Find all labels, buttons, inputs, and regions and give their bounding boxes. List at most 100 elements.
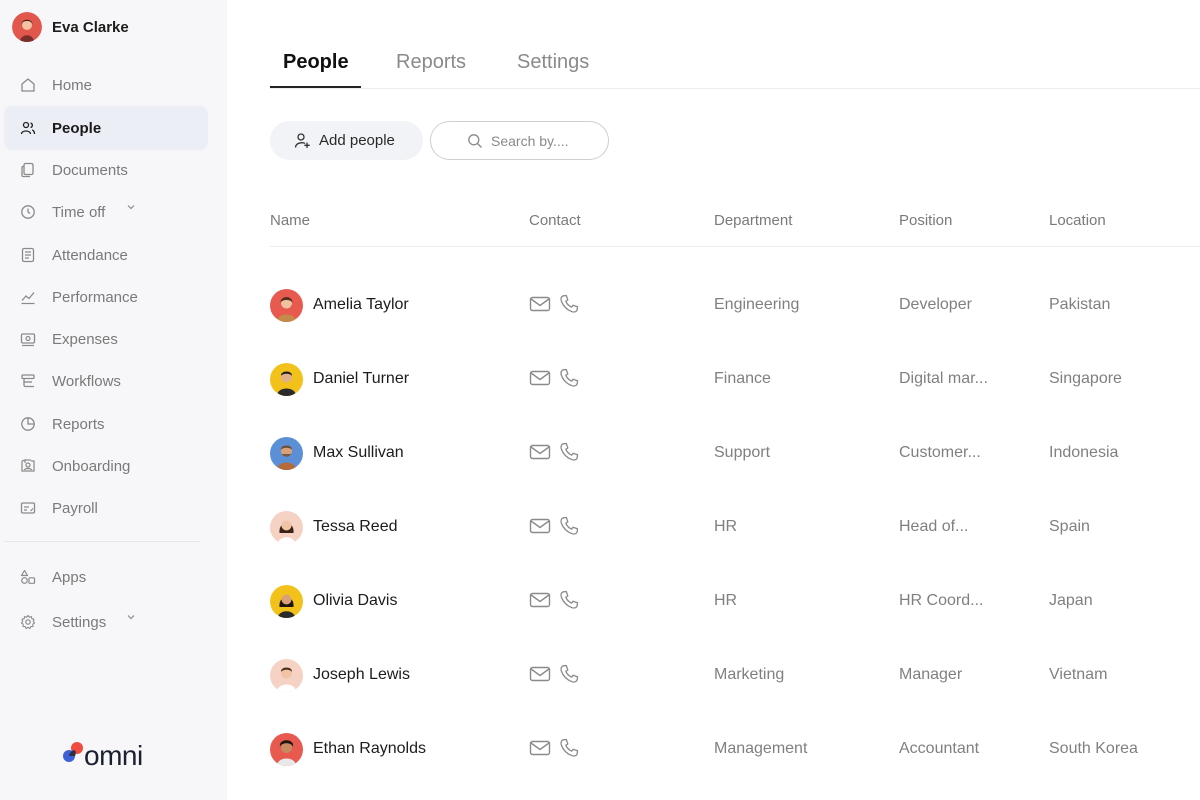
person-avatar [270,733,303,766]
sidebar-item-label: Payroll [52,499,98,517]
phone-icon[interactable] [559,664,579,684]
column-header-name[interactable]: Name [270,212,310,229]
sidebar-item-label: Performance [52,288,138,306]
sidebar-item-people[interactable]: People [4,106,208,150]
person-department: HR [714,592,738,609]
person-department: Management [714,740,808,757]
chevron-down-icon[interactable] [126,612,136,622]
sidebar-item-label: Onboarding [52,457,131,475]
mail-icon[interactable] [529,518,551,534]
sidebar-item-expenses[interactable]: Expenses [4,317,208,361]
sidebar-item-label: Home [52,76,93,94]
person-department: HR [714,518,738,535]
sidebar-item-time-off[interactable]: Time off [4,190,208,234]
person-name: Joseph Lewis [313,666,410,683]
tab-people[interactable]: People [283,51,349,74]
sidebar-item-label: Attendance [52,246,128,264]
mail-icon[interactable] [529,444,551,460]
sidebar-item-payroll[interactable]: Payroll [4,486,208,530]
person-position: HR Coord... [899,592,984,609]
person-position: Digital mar... [899,370,988,387]
add-people-label: Add people [319,132,395,149]
person-avatar [270,289,303,322]
column-header-location[interactable]: Location [1049,212,1106,229]
person-location: Spain [1049,518,1090,535]
sidebar-item-onboarding[interactable]: Onboarding [4,444,208,488]
logo-mark-icon [62,740,86,770]
user-profile[interactable]: Eva Clarke [12,12,129,42]
person-location: Vietnam [1049,666,1108,683]
person-name: Amelia Taylor [313,296,409,313]
table-row[interactable]: Tessa Reed HR Head of... Spain [270,491,1200,565]
sidebar-item-performance[interactable]: Performance [4,275,208,319]
mail-icon[interactable] [529,296,551,312]
chevron-down-icon[interactable] [126,202,136,212]
reports-icon [21,417,35,431]
mail-icon[interactable] [529,370,551,386]
add-people-button[interactable]: Add people [270,121,423,160]
search-input[interactable] [491,131,601,151]
sidebar-item-label: Workflows [52,372,121,390]
active-tab-indicator [270,86,361,88]
home-icon [21,78,35,92]
sidebar-item-home[interactable]: Home [4,63,208,107]
phone-icon[interactable] [559,590,579,610]
table-row[interactable]: Max Sullivan Support Customer... Indones… [270,417,1200,491]
table-header: Name Contact Department Position Locatio… [270,195,1200,247]
phone-icon[interactable] [559,738,579,758]
sidebar-item-workflows[interactable]: Workflows [4,359,208,403]
phone-icon[interactable] [559,516,579,536]
clock-icon [21,205,35,219]
person-name: Max Sullivan [313,444,404,461]
workflows-icon [21,374,35,388]
mail-icon[interactable] [529,740,551,756]
expenses-icon [20,333,36,347]
sidebar-item-label: Settings [52,613,107,631]
phone-icon[interactable] [559,368,579,388]
table-row[interactable]: Daniel Turner Finance Digital mar... Sin… [270,343,1200,417]
column-header-department[interactable]: Department [714,212,792,229]
person-department: Marketing [714,666,785,683]
sidebar-item-label: Reports [52,415,105,433]
person-location: Pakistan [1049,296,1111,313]
tab-settings[interactable]: Settings [517,51,589,74]
mail-icon[interactable] [529,666,551,682]
phone-icon[interactable] [559,294,579,314]
person-department: Finance [714,370,771,387]
column-header-contact[interactable]: Contact [529,212,581,229]
column-header-position[interactable]: Position [899,212,952,229]
person-location: Japan [1049,592,1093,609]
table-row[interactable]: Amelia Taylor Engineering Developer Paki… [270,269,1200,343]
sidebar-item-label: People [52,119,102,137]
documents-icon [21,162,34,178]
person-name: Tessa Reed [313,518,398,535]
tab-reports[interactable]: Reports [396,51,466,74]
onboarding-icon [21,459,35,472]
performance-icon [21,292,35,305]
people-icon [20,121,36,135]
sidebar-item-documents[interactable]: Documents [4,148,208,192]
sidebar-item-apps[interactable]: Apps [4,555,208,599]
person-location: Singapore [1049,370,1122,387]
person-name: Ethan Raynolds [313,740,426,757]
sidebar-item-attendance[interactable]: Attendance [4,233,208,277]
sidebar-item-reports[interactable]: Reports [4,402,208,446]
apps-icon [20,569,36,584]
user-name: Eva Clarke [52,18,129,36]
logo-text: omni [84,740,143,771]
gear-icon [20,614,36,630]
mail-icon[interactable] [529,592,551,608]
person-position: Manager [899,666,963,683]
payroll-icon [20,502,36,514]
sidebar-item-label: Documents [52,161,128,179]
sidebar: Eva Clarke Home People Documents Time of… [0,0,227,800]
attendance-icon [21,247,35,263]
add-user-icon [294,133,310,148]
person-name: Daniel Turner [313,370,410,387]
table-row[interactable]: Olivia Davis HR HR Coord... Japan [270,565,1200,639]
phone-icon[interactable] [559,442,579,462]
table-row[interactable]: Joseph Lewis Marketing Manager Vietnam [270,639,1200,713]
person-location: South Korea [1049,740,1138,757]
table-row[interactable]: Ethan Raynolds Management Accountant Sou… [270,713,1200,787]
sidebar-item-settings[interactable]: Settings [4,600,208,644]
